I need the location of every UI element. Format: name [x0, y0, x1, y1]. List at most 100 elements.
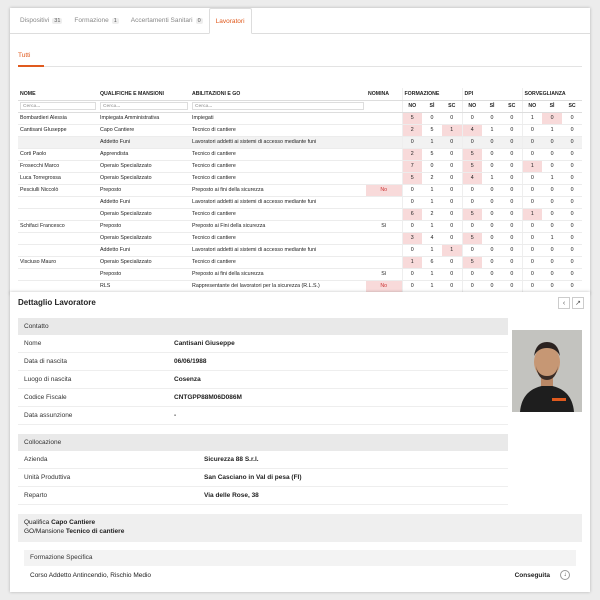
collocazione-section: Collocazione Azienda Sicurezza 88 S.r.l. U…: [18, 434, 508, 505]
tab-tutti[interactable]: Tutti: [18, 52, 30, 59]
col-dpi[interactable]: DPI: [461, 88, 523, 101]
filter-nome[interactable]: Cerca...: [20, 102, 96, 110]
count-cell: 0: [442, 232, 463, 245]
nomina-cell[interactable]: No: [366, 184, 402, 197]
count-cell: 5: [461, 160, 483, 173]
count-cell: 0: [482, 244, 503, 257]
field-value: -: [174, 412, 177, 419]
count-cell: 0: [482, 268, 503, 281]
count-cell: 0: [562, 244, 583, 257]
tab-accertamenti-sanitari[interactable]: Accertamenti Sanitari 0: [125, 8, 209, 33]
nomina-cell[interactable]: Sì: [366, 220, 402, 233]
download-icon[interactable]: ↓: [560, 570, 570, 580]
col-nomina[interactable]: NOMINA: [366, 88, 402, 101]
worker-name: Frosecchi Marco: [18, 160, 98, 173]
nomina-cell[interactable]: No: [366, 280, 402, 293]
worker-name: [18, 136, 98, 149]
tab-dispositivi[interactable]: Dispositivi 31: [14, 8, 68, 33]
table-row[interactable]: Luca Torregrossa Operaio Specializzato Tec…: [18, 172, 583, 185]
filter-abilitazioni[interactable]: Cerca...: [192, 102, 364, 110]
table-row[interactable]: RLS Rappresentante dei lavoratori per la …: [18, 280, 583, 293]
table-row[interactable]: Cantisani GIuseppe Capo Cantiere Tecnico d…: [18, 124, 583, 137]
field-label: Unità Produttiva: [24, 474, 71, 481]
count-cell: 0: [562, 256, 583, 269]
table-row[interactable]: Pesciulli Niccolò Preposto Preposto ai fin…: [18, 184, 583, 197]
count-cell: 0: [562, 208, 583, 221]
count-cell: 0: [562, 124, 583, 137]
workers-panel: Dispositivi 31 Formazione 1 Accertamenti San…: [10, 8, 590, 294]
nomina-cell: [366, 124, 402, 137]
tab-formazione[interactable]: Formazione 1: [68, 8, 124, 33]
qualifica: Addetto Funi: [98, 244, 190, 257]
table-row[interactable]: Preposto Preposto ai fini della sicurezza…: [18, 268, 583, 281]
worker-name: Bombardieri Alessia: [18, 112, 98, 125]
table-row[interactable]: Bombardieri Alessia Impiegata Amministrat…: [18, 112, 583, 125]
subcol-sc: SC: [502, 100, 523, 113]
table-row[interactable]: Operaio Specializzato Tecnico di cantiere…: [18, 208, 583, 221]
count-cell: 0: [482, 136, 503, 149]
qualifica: Operaio Specializzato: [98, 172, 190, 185]
tab-label: Accertamenti Sanitari: [130, 17, 193, 24]
tab-count-badge: 1: [111, 17, 119, 24]
count-cell: 0: [461, 112, 483, 125]
tab-lavoratori[interactable]: Lavoratori: [208, 8, 252, 34]
chevron-left-icon[interactable]: ‹: [558, 297, 570, 309]
field-label: Codice Fiscale: [24, 394, 67, 401]
count-cell: 0: [542, 268, 563, 281]
col-qualifiche[interactable]: QUALIFICHE E MANSIONI: [98, 88, 190, 101]
abilitazione: Lavoratori addetti ai sistemi di accesso…: [190, 244, 366, 257]
table-row[interactable]: Corti Paolo Apprendista Tecnico di cantier…: [18, 148, 583, 161]
count-cell: 0: [461, 136, 483, 149]
table-row[interactable]: Schifaci Francesco Preposto Preposto ai Fi…: [18, 220, 583, 233]
count-cell: 6: [401, 208, 422, 221]
abilitazione: Lavoratori addetti ai sistemi di accesso…: [190, 196, 366, 209]
table-row[interactable]: Operaio Specializzato Tecnico di cantiere…: [18, 232, 583, 245]
nomina-cell: [366, 196, 402, 209]
qualifica: Apprendista: [98, 148, 190, 161]
table-row[interactable]: Visciuso Mauro Operaio Specializzato Tecni…: [18, 256, 583, 269]
field-row: Codice Fiscale CNTGPP88M06D086M: [18, 389, 508, 407]
filter-qualifiche[interactable]: Cerca...: [100, 102, 188, 110]
count-cell: 1: [422, 268, 442, 281]
field-label: Data assunzione: [24, 412, 73, 419]
col-nome[interactable]: NOME: [18, 88, 98, 101]
field-value: Cosenza: [174, 376, 201, 383]
count-cell: 0: [442, 196, 463, 209]
tab-label: Formazione: [74, 17, 109, 24]
qualifica-value: Capo Cantiere: [51, 519, 96, 526]
table-row[interactable]: Addetto Funi Lavoratori addetti ai sistem…: [18, 196, 583, 209]
count-cell: 0: [562, 184, 583, 197]
nomina-cell[interactable]: Sì: [366, 268, 402, 281]
subcol-no: NO: [401, 100, 422, 113]
field-row: Reparto Via delle Rose, 38: [18, 487, 508, 505]
count-cell: 2: [401, 124, 422, 137]
worker-name: [18, 268, 98, 281]
count-cell: 5: [461, 208, 483, 221]
count-cell: 0: [562, 160, 583, 173]
field-label: Reparto: [24, 492, 48, 499]
qualifica: Preposto: [98, 184, 190, 197]
col-abilitazioni[interactable]: ABILITAZIONI E GO: [190, 88, 366, 101]
count-cell: 0: [562, 268, 583, 281]
count-cell: 0: [521, 256, 543, 269]
count-cell: 1: [482, 124, 503, 137]
subcol-si: SÌ: [482, 100, 503, 113]
nomina-cell: [366, 232, 402, 245]
count-cell: 0: [521, 280, 543, 293]
count-cell: 2: [422, 172, 442, 185]
count-cell: 0: [562, 220, 583, 233]
col-formazione[interactable]: FORMAZIONE: [401, 88, 463, 101]
table-row[interactable]: Addetto Funi Lavoratori addetti ai sistem…: [18, 244, 583, 257]
course-row[interactable]: Corso Addetto Antincendio, Rischio Medio…: [24, 566, 576, 584]
count-cell: 6: [422, 256, 442, 269]
count-cell: 4: [461, 124, 483, 137]
table-row[interactable]: Frosecchi Marco Operaio Specializzato Tecn…: [18, 160, 583, 173]
table-row[interactable]: Addetto Funi Lavoratori addetti ai sistem…: [18, 136, 583, 149]
abilitazione: Preposto ai Fini della sicurezza: [190, 220, 366, 233]
qualifica: Addetto Funi: [98, 136, 190, 149]
col-sorveglianza[interactable]: SORVEGLIANZA: [521, 88, 583, 101]
count-cell: 0: [521, 172, 543, 185]
subcol-sc: SC: [562, 100, 583, 113]
count-cell: 0: [502, 184, 523, 197]
external-link-icon[interactable]: ↗: [572, 297, 584, 309]
